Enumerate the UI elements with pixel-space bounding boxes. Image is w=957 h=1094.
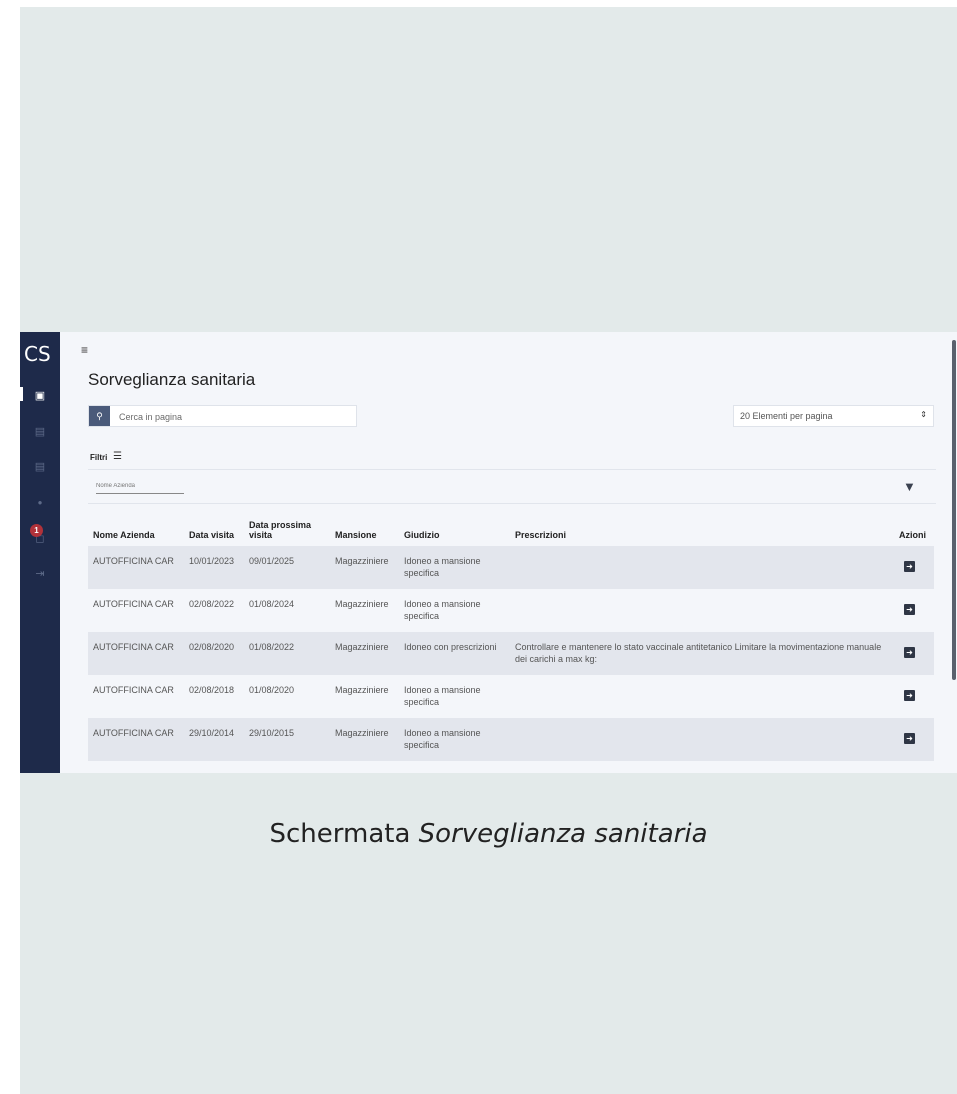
app-window: CS ▣ ▤ ▤ ● 1 ◻ ⇥ ≡ Sorveglianza sanitari… [20, 332, 957, 773]
select-arrows-icon: ⇕ [920, 410, 927, 419]
scrollbar[interactable] [952, 340, 956, 680]
cell-job: Magazziniere [330, 589, 399, 632]
per-page-value: 20 Elementi per pagina [740, 411, 833, 421]
cell-prescriptions: Controllare e mantenere lo stato vaccina… [510, 632, 894, 675]
main-content: ≡ Sorveglianza sanitaria ⚲ 20 Elementi p… [60, 332, 957, 773]
column-header: Azioni [899, 530, 926, 540]
figure-caption: Schermata Sorveglianza sanitaria [20, 819, 957, 849]
cell-next-visit: 01/08/2024 [244, 589, 330, 632]
cell-judgment: Idoneo a mansione specifica [399, 675, 510, 718]
filter-lines-icon[interactable]: ☰ [113, 451, 122, 462]
open-arrow-icon[interactable]: ➜ [904, 733, 915, 744]
search-box: ⚲ [88, 405, 357, 427]
cell-next-visit: 01/08/2020 [244, 675, 330, 718]
cell-prescriptions [510, 589, 894, 632]
cell-judgment: Idoneo a mansione specifica [399, 546, 510, 589]
search-input[interactable] [117, 407, 351, 427]
column-header: Data prossima visita [249, 520, 312, 540]
visits-table: Nome Azienda Data visita Data prossima v… [88, 508, 934, 761]
cell-actions: ➜ [894, 632, 934, 675]
cell-actions: ➜ [894, 546, 934, 589]
app-logo: CS [24, 342, 51, 366]
filters-label: Filtri [90, 453, 108, 462]
cell-judgment: Idoneo a mansione specifica [399, 589, 510, 632]
cell-next-visit: 01/08/2022 [244, 632, 330, 675]
company-filter-input[interactable] [96, 479, 184, 494]
column-header: Nome Azienda [93, 530, 155, 540]
page-title: Sorveglianza sanitaria [88, 370, 256, 389]
cell-job: Magazziniere [330, 718, 399, 761]
table-row: AUTOFFICINA CAR 29/10/2014 29/10/2015 Ma… [88, 718, 934, 761]
calendar-icon[interactable]: ▣ [33, 388, 47, 402]
logout-icon[interactable]: ⇥ [33, 566, 47, 580]
cell-next-visit: 09/01/2025 [244, 546, 330, 589]
column-header: Prescrizioni [515, 530, 567, 540]
sidebar: CS ▣ ▤ ▤ ● 1 ◻ ⇥ [20, 332, 60, 773]
cell-job: Magazziniere [330, 675, 399, 718]
cell-visit-date: 29/10/2014 [184, 718, 244, 761]
notification-badge: 1 [30, 524, 43, 537]
document-icon[interactable]: ▤ [33, 424, 47, 438]
cell-visit-date: 02/08/2022 [184, 589, 244, 632]
column-header: Giudizio [404, 530, 440, 540]
table-row: AUTOFFICINA CAR 02/08/2020 01/08/2022 Ma… [88, 632, 934, 675]
open-arrow-icon[interactable]: ➜ [904, 561, 915, 572]
menu-icon[interactable]: ≡ [81, 343, 88, 357]
cell-judgment: Idoneo a mansione specifica [399, 718, 510, 761]
funnel-icon[interactable]: ▼ [903, 479, 916, 494]
cell-visit-date: 02/08/2020 [184, 632, 244, 675]
cell-actions: ➜ [894, 675, 934, 718]
search-icon[interactable]: ⚲ [89, 406, 110, 426]
divider [88, 469, 936, 470]
cell-company: AUTOFFICINA CAR [88, 589, 184, 632]
open-arrow-icon[interactable]: ➜ [904, 604, 915, 615]
caption-italic: Sorveglianza sanitaria [418, 819, 708, 849]
cell-prescriptions [510, 546, 894, 589]
cell-company: AUTOFFICINA CAR [88, 546, 184, 589]
cell-visit-date: 02/08/2018 [184, 675, 244, 718]
table-header: Nome Azienda Data visita Data prossima v… [88, 508, 934, 546]
table-row: AUTOFFICINA CAR 10/01/2023 09/01/2025 Ma… [88, 546, 934, 589]
divider [88, 503, 936, 504]
table-row: AUTOFFICINA CAR 02/08/2018 01/08/2020 Ma… [88, 675, 934, 718]
cell-job: Magazziniere [330, 546, 399, 589]
cell-prescriptions [510, 718, 894, 761]
cell-prescriptions [510, 675, 894, 718]
cell-next-visit: 29/10/2015 [244, 718, 330, 761]
column-header: Data visita [189, 530, 235, 540]
cell-actions: ➜ [894, 718, 934, 761]
user-icon[interactable]: ● [33, 495, 47, 509]
cell-actions: ➜ [894, 589, 934, 632]
column-header: Mansione [335, 530, 377, 540]
cell-judgment: Idoneo con prescrizioni [399, 632, 510, 675]
table-row: AUTOFFICINA CAR 02/08/2022 01/08/2024 Ma… [88, 589, 934, 632]
per-page-select[interactable]: 20 Elementi per pagina ⇕ [733, 405, 934, 427]
document-icon[interactable]: ▤ [33, 459, 47, 473]
open-arrow-icon[interactable]: ➜ [904, 690, 915, 701]
active-indicator [20, 387, 23, 401]
cell-company: AUTOFFICINA CAR [88, 632, 184, 675]
cell-company: AUTOFFICINA CAR [88, 675, 184, 718]
cell-visit-date: 10/01/2023 [184, 546, 244, 589]
cell-job: Magazziniere [330, 632, 399, 675]
caption-prefix: Schermata [269, 819, 419, 849]
open-arrow-icon[interactable]: ➜ [904, 647, 915, 658]
cell-company: AUTOFFICINA CAR [88, 718, 184, 761]
